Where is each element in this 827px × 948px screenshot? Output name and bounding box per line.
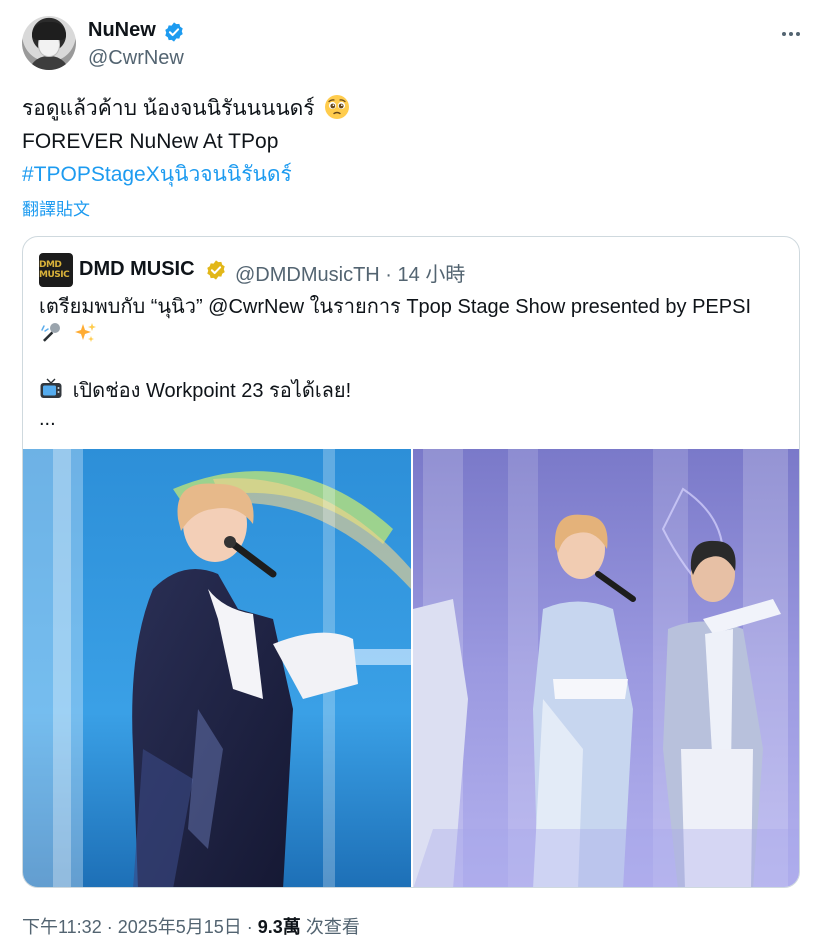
tweet-line-1-text: รอดูแล้วค้าบ น้องจนนิรันนนนดร์ [22, 97, 315, 120]
author-display-name[interactable]: NuNew [88, 19, 156, 42]
quoted-avatar-logo: DMD MUSIC [39, 260, 70, 280]
author-handle[interactable]: @CwrNew [88, 47, 184, 70]
gold-verified-badge-icon [207, 260, 225, 280]
quoted-line-3-text: เปิดช่อง Workpoint 23 รอได้เลย! [72, 380, 352, 402]
tweet-line-1: รอดูแล้วค้าบ น้องจนนิรันนนนดร์ [22, 92, 350, 125]
pleading-face-emoji-icon [325, 95, 350, 119]
quoted-spacer [39, 349, 783, 377]
quoted-tweet-text: เตรียมพบกับ “นุนิว” @CwrNew ในรายการ Tpo… [39, 293, 783, 433]
stage-photo-right[interactable] [413, 449, 799, 887]
avatar[interactable] [22, 16, 76, 70]
sparkles-emoji-icon [74, 323, 96, 342]
tweet: NuNew @CwrNew รอดูแล้วค้าบ น้องจนนิรันนน… [0, 0, 827, 948]
more-horizontal-icon[interactable] [779, 22, 803, 46]
quoted-tweet-card[interactable]: DMD MUSIC DMD MUSIC @DMDMusicTH · 14 小時 … [22, 236, 800, 888]
television-emoji-icon [40, 378, 62, 398]
hashtag-link[interactable]: #TPOPStageXนุนิวจนนิรันดร์ [22, 158, 350, 191]
quoted-tweet-header: DMD MUSIC DMD MUSIC @DMDMusicTH · 14 小時 [39, 253, 783, 287]
verified-badge-icon [165, 22, 183, 42]
tweet-text: รอดูแล้วค้าบ น้องจนนิรันนนนดร์ FOREVER N… [22, 92, 350, 191]
tweet-meta: 下午11:32 · 2025年5月15日 · 9.3萬 次查看 [22, 913, 360, 939]
tweet-line-2: FOREVER NuNew At TPop [22, 130, 279, 153]
stage-photo-left[interactable] [23, 449, 411, 887]
quoted-line-2 [39, 321, 783, 349]
view-count: 9.3萬 [257, 917, 301, 937]
quoted-display-name[interactable]: DMD MUSIC [79, 258, 195, 281]
quoted-line-3: เปิดช่อง Workpoint 23 รอได้เลย! [39, 377, 783, 405]
quoted-ellipsis: ... [39, 408, 56, 430]
view-label: 次查看 [300, 917, 360, 937]
microphone-emoji-icon [41, 323, 60, 342]
quoted-handle-time: @DMDMusicTH · 14 小時 [235, 264, 466, 286]
quoted-avatar[interactable]: DMD MUSIC [39, 253, 73, 287]
translate-post-link[interactable]: 翻譯貼文 [22, 195, 90, 220]
quoted-media-grid [23, 449, 799, 887]
tweet-header: NuNew @CwrNew [22, 16, 805, 74]
tweet-timestamp[interactable]: 下午11:32 · 2025年5月15日 · [22, 917, 258, 937]
quoted-line-1: เตรียมพบกับ “นุนิว” @CwrNew ในรายการ Tpo… [39, 296, 752, 318]
